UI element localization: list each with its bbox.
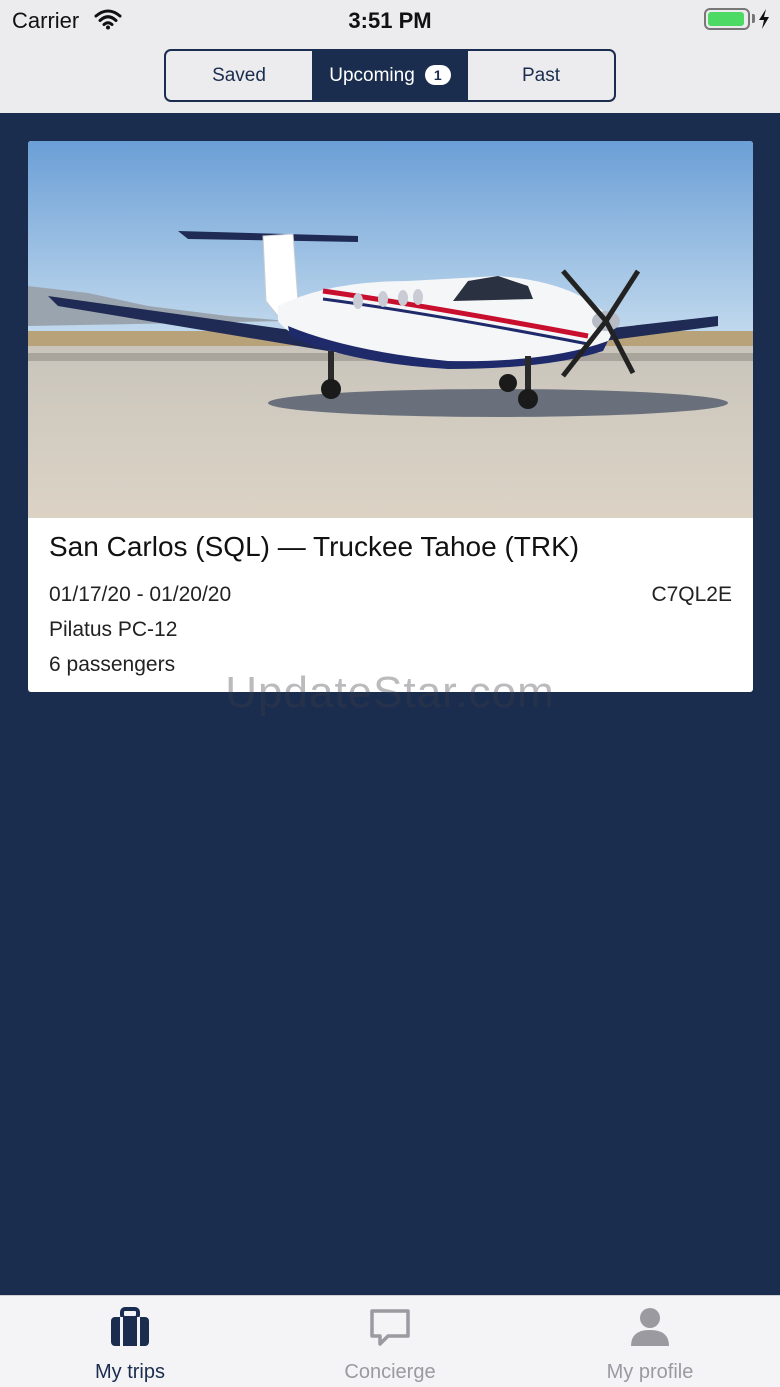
tab-past-label: Past (521, 64, 561, 86)
tab-saved-label: Saved (212, 64, 266, 86)
briefcase-icon (111, 1307, 149, 1346)
clock: 3:51 PM (348, 8, 432, 33)
tab-past[interactable]: Past (466, 51, 614, 100)
tab-saved[interactable]: Saved (166, 51, 314, 100)
tab-concierge-label: Concierge (344, 1361, 436, 1383)
tab-my-trips[interactable]: My trips (0, 1296, 260, 1387)
trip-dates: 01/17/20 - 01/20/20 (49, 583, 232, 606)
tab-my-profile-label: My profile (606, 1361, 694, 1383)
person-icon (631, 1308, 669, 1346)
chat-bubble-icon (370, 1309, 410, 1346)
trip-card[interactable]: San Carlos (SQL) — Truckee Tahoe (TRK) 0… (28, 141, 753, 692)
battery-charging-icon (704, 8, 750, 30)
tab-concierge[interactable]: Concierge (260, 1296, 520, 1387)
watermark: UpdateStar.com (225, 668, 555, 717)
bottom-tab-bar: My trips Concierge My profile (0, 1295, 780, 1387)
tab-upcoming-label: Upcoming (329, 64, 415, 86)
trip-filter-segmented-control: Saved Upcoming 1 Past (164, 49, 616, 102)
charging-bolt-icon (759, 9, 769, 29)
upcoming-count-badge: 1 (424, 64, 451, 85)
aircraft-type: Pilatus PC-12 (49, 618, 178, 641)
trip-route: San Carlos (SQL) — Truckee Tahoe (TRK) (49, 531, 580, 562)
header: Carrier 3:51 PM Saved Upcoming 1 Past (0, 0, 780, 113)
tab-my-trips-label: My trips (95, 1361, 165, 1383)
aircraft-photo (28, 141, 753, 518)
status-bar: Carrier 3:51 PM (0, 0, 780, 40)
tab-my-profile[interactable]: My profile (520, 1296, 780, 1387)
confirmation-code: C7QL2E (651, 583, 732, 606)
tab-upcoming[interactable]: Upcoming 1 (314, 51, 466, 100)
